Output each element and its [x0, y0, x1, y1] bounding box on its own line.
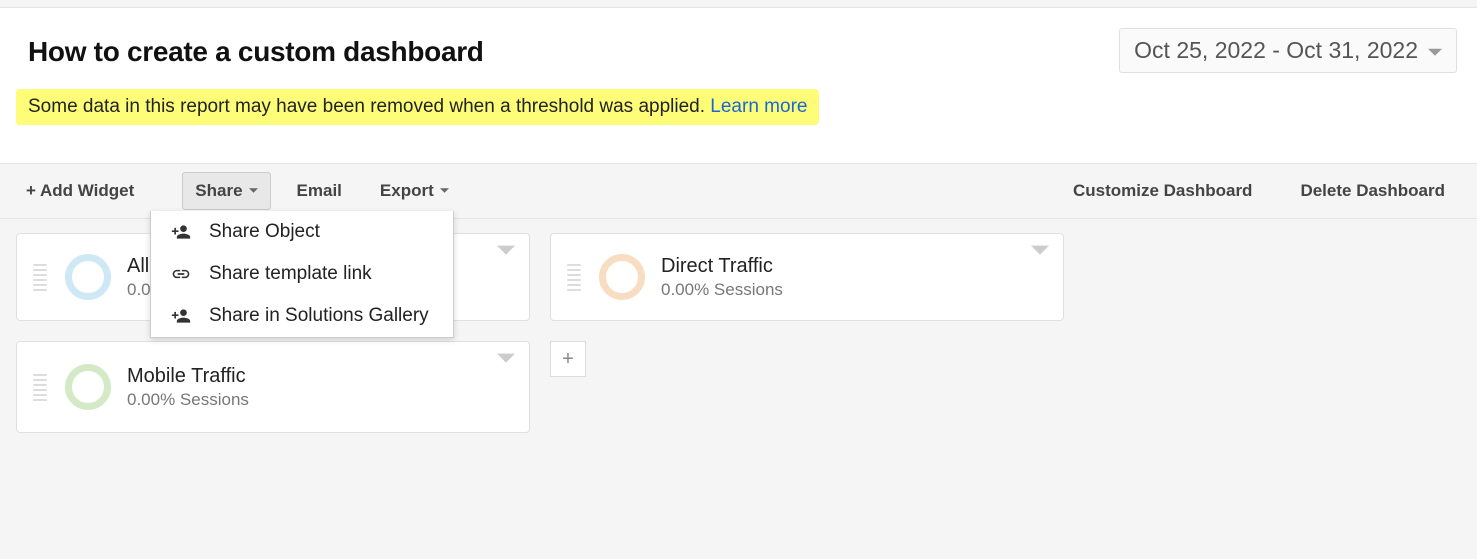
widget-title: Mobile Traffic: [127, 365, 517, 388]
person-plus-icon: [169, 306, 193, 326]
add-widget-button[interactable]: + Add Widget: [14, 173, 146, 209]
widget-direct-traffic[interactable]: Direct Traffic 0.00% Sessions: [550, 233, 1064, 321]
plus-icon: +: [562, 348, 574, 371]
export-button[interactable]: Export: [368, 173, 461, 209]
link-icon: [169, 264, 193, 284]
header: How to create a custom dashboard Oct 25,…: [0, 8, 1477, 83]
person-plus-icon: [169, 222, 193, 242]
chevron-down-icon: [249, 185, 258, 197]
chart-donut-icon: [65, 254, 111, 300]
widget-subtitle: 0.00% Sessions: [661, 280, 1051, 300]
threshold-notice: Some data in this report may have been r…: [16, 89, 819, 125]
chevron-down-icon[interactable]: [1031, 244, 1049, 262]
chevron-down-icon: [440, 185, 449, 197]
drag-handle-icon[interactable]: [567, 264, 581, 291]
share-dropdown-menu: Share Object Share template link Share i…: [150, 211, 454, 338]
chart-donut-icon: [65, 364, 111, 410]
share-template-link-item[interactable]: Share template link: [151, 253, 453, 295]
widget-mobile-traffic[interactable]: Mobile Traffic 0.00% Sessions: [16, 341, 530, 433]
share-object-item[interactable]: Share Object: [151, 211, 453, 253]
learn-more-link[interactable]: Learn more: [710, 96, 807, 117]
share-button[interactable]: Share: [182, 172, 270, 210]
page-title: How to create a custom dashboard: [28, 36, 484, 68]
add-widget-tile[interactable]: +: [550, 341, 586, 377]
customize-dashboard-button[interactable]: Customize Dashboard: [1061, 173, 1264, 209]
chevron-down-icon[interactable]: [497, 244, 515, 262]
date-range-picker[interactable]: Oct 25, 2022 - Oct 31, 2022: [1119, 28, 1457, 73]
share-solutions-gallery-item[interactable]: Share in Solutions Gallery: [151, 295, 453, 337]
toolbar: + Add Widget Share Email Export Customiz…: [0, 163, 1477, 219]
email-button[interactable]: Email: [285, 173, 354, 209]
notice-text: Some data in this report may have been r…: [28, 96, 710, 117]
chevron-down-icon: [1428, 37, 1442, 64]
chevron-down-icon[interactable]: [497, 352, 515, 370]
chart-donut-icon: [599, 254, 645, 300]
date-range-text: Oct 25, 2022 - Oct 31, 2022: [1134, 37, 1418, 64]
delete-dashboard-button[interactable]: Delete Dashboard: [1288, 173, 1457, 209]
widget-title: Direct Traffic: [661, 255, 1051, 278]
widget-subtitle: 0.00% Sessions: [127, 390, 517, 410]
drag-handle-icon[interactable]: [33, 264, 47, 291]
drag-handle-icon[interactable]: [33, 374, 47, 401]
